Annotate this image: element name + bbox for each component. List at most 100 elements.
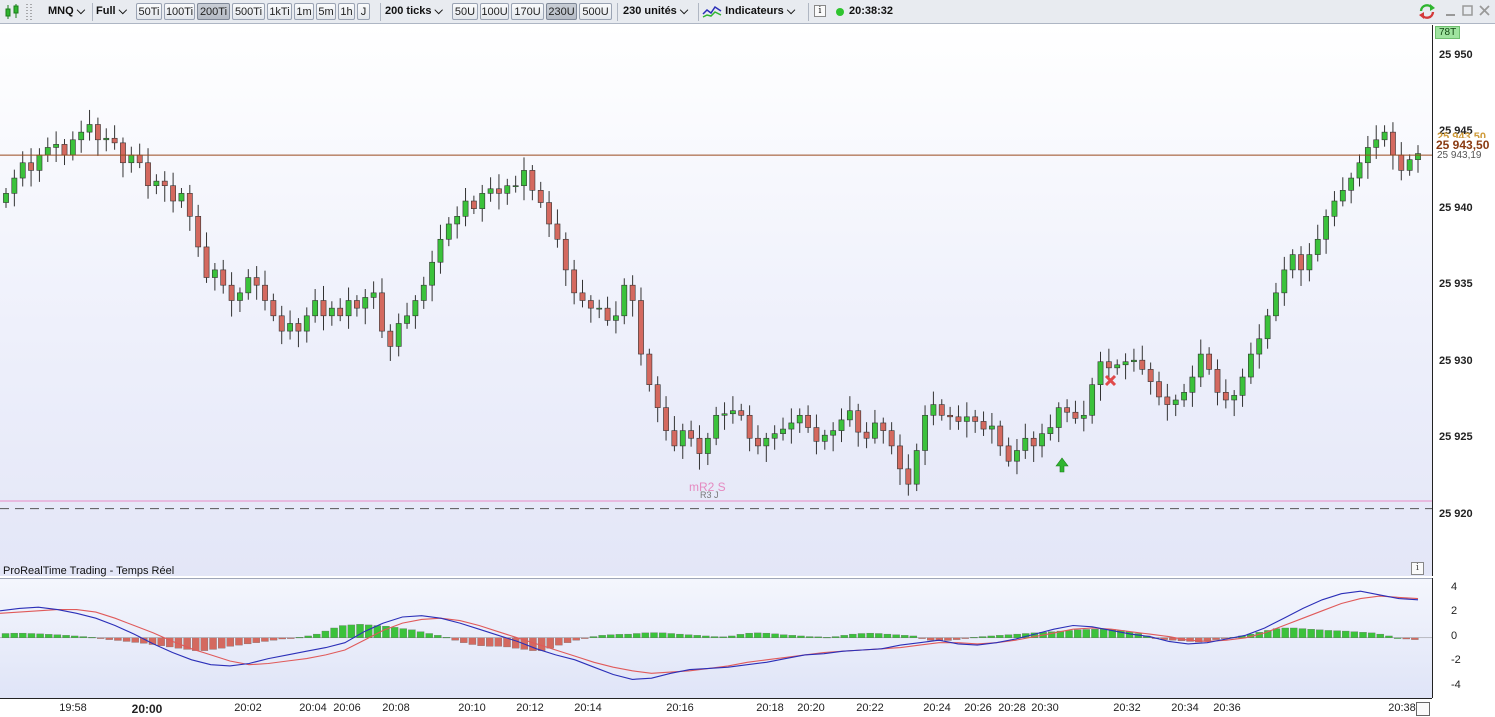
timeframe-button-1h[interactable]: 1h [338,3,355,20]
histogram-bar [1013,633,1021,638]
histogram-bar [589,636,598,638]
candle [1256,324,1263,369]
histogram-bar [304,635,312,638]
candle [546,191,552,237]
unit-button-500u[interactable]: 500U [579,3,612,20]
candle [955,405,962,430]
histogram-bar [53,634,62,638]
candle [487,177,494,202]
maximize-icon[interactable] [1461,3,1474,19]
candle [170,172,176,213]
timeframe-button-200ti[interactable]: 200Ti [197,3,230,20]
info-icon[interactable]: i [814,5,826,17]
time-axis[interactable]: 19:58 20:00 20:02 20:04 20:06 20:08 20:10 20:12… [0,698,1432,717]
candle [153,174,160,195]
price-tick-label: 25 920 [1439,507,1473,520]
osc-tick-label: -2 [1451,654,1461,667]
candle [922,405,928,466]
candle [972,409,979,433]
histogram-bar [831,636,840,638]
candle [1339,177,1346,207]
histogram-bar [1281,627,1289,638]
histogram-bar [546,637,554,649]
histogram-bar [71,635,79,638]
refresh-icon[interactable] [1418,2,1436,21]
unit-button-230u[interactable]: 230U [546,3,577,20]
histogram-bar [1350,631,1359,638]
histogram-bar [771,633,779,638]
candle [821,429,828,450]
histogram-bar [762,632,771,638]
timeframe-button-100ti[interactable]: 100Ti [164,3,195,20]
indicators-dropdown[interactable]: Indicateurs ⌵ [700,3,806,20]
candle [1131,348,1137,372]
buy-arrow-icon [1055,457,1069,473]
close-icon[interactable] [1478,3,1491,19]
histogram-bar [676,633,684,638]
price-chart[interactable]: mR2 S R3 J ProRealTime Trading - Temps R… [0,25,1432,577]
time-tick-label: 20:38 [1388,702,1416,714]
histogram-bar [62,635,70,638]
mode-dropdown[interactable]: Full ⌵ [92,3,134,20]
candle [721,402,728,430]
candle [128,146,135,173]
histogram-bar [442,637,451,639]
candle [95,117,101,156]
symbol-dropdown[interactable]: MNQ ⌵ [44,3,90,20]
timeframe-button-500ti[interactable]: 500Ti [232,3,265,20]
histogram-bar [961,637,969,639]
candle [454,206,461,239]
timeframe-button-5m[interactable]: 5m [316,3,336,20]
histogram-bar [1212,637,1220,640]
candle [1214,359,1221,406]
axis-lock-icon[interactable] [1416,702,1430,716]
histogram-bar [1290,627,1298,638]
candle [136,143,143,169]
minimize-icon[interactable] [1444,3,1457,19]
price-tick-label: 25 935 [1439,278,1473,291]
timeframe-button-1m[interactable]: 1m [294,3,314,20]
histogram-bar [1376,633,1384,638]
time-tick-label: 20:32 [1113,702,1141,714]
candle [1022,423,1029,459]
histogram-bar [1333,630,1341,638]
timeframe-button-1kti[interactable]: 1kTi [267,3,292,20]
candle [1181,383,1187,407]
candle [671,416,678,452]
candle [1089,377,1096,424]
timeframe-button-j[interactable]: J [357,3,370,20]
candle [53,131,60,162]
candle [529,165,536,201]
unit-button-100u[interactable]: 100U [480,3,509,20]
histogram-bar [468,637,477,645]
histogram-bar [667,633,675,638]
units-dropdown[interactable]: 230 unités ⌵ [619,3,697,20]
histogram-bar [745,632,753,638]
candle [1231,390,1238,417]
ticks-label: 200 ticks [385,5,432,17]
chart-info-icon[interactable]: i [1411,562,1424,575]
histogram-bar [944,637,952,641]
indicators-label: Indicateurs [725,5,784,17]
level-label-r3: R3 J [700,490,719,500]
candle [830,422,837,452]
price-axis[interactable]: 78T 25 950 25 945 25 940 25 935 25 930 25 925… [1432,25,1495,576]
candle [813,414,820,455]
unit-button-170u[interactable]: 170U [511,3,544,20]
ticks-dropdown[interactable]: 200 ticks ⌵ [381,3,451,20]
candle [1114,359,1121,375]
unit-button-50u[interactable]: 50U [452,3,478,20]
price-tick-label: 25 940 [1439,201,1473,214]
oscillator-axis[interactable]: 4 2 0 -2 -4 [1432,578,1495,698]
histogram-bar [866,632,874,638]
histogram-bar [79,636,88,638]
candle [713,406,720,446]
candle [253,266,260,300]
candle [262,270,268,311]
candle [888,422,895,455]
oscillator-panel[interactable] [0,578,1432,699]
candle [186,184,193,231]
candle [412,295,419,329]
timeframe-button-50ti[interactable]: 50Ti [136,3,162,20]
candlestick-icon[interactable] [4,2,22,21]
